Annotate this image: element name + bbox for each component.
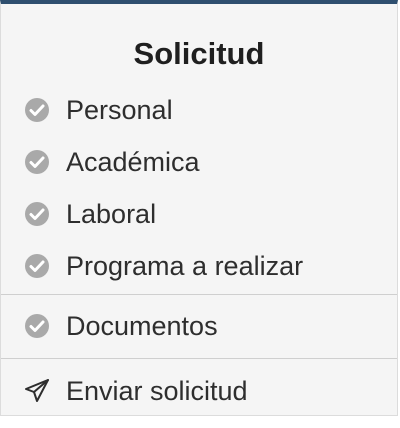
step-label: Programa a realizar <box>66 251 304 281</box>
submit-request-button[interactable]: Enviar solicitud <box>1 365 397 417</box>
step-label: Personal <box>66 95 173 125</box>
step-label: Académica <box>66 147 200 177</box>
check-circle-icon <box>24 149 50 175</box>
step-label: Documentos <box>66 311 218 341</box>
step-programa[interactable]: Programa a realizar <box>1 240 397 292</box>
step-personal[interactable]: Personal <box>1 84 397 136</box>
paper-plane-icon <box>24 378 50 404</box>
check-circle-icon <box>24 313 50 339</box>
step-label: Laboral <box>66 199 157 229</box>
check-circle-icon <box>24 97 50 123</box>
divider <box>1 358 397 359</box>
check-circle-icon <box>24 253 50 279</box>
check-circle-icon <box>24 201 50 227</box>
step-laboral[interactable]: Laboral <box>1 188 397 240</box>
step-academica[interactable]: Académica <box>1 136 397 188</box>
panel-title: Solicitud <box>133 36 265 71</box>
divider <box>1 294 397 295</box>
step-documentos[interactable]: Documentos <box>1 300 397 352</box>
solicitud-panel: Solicitud Personal Académica Laboral Pro… <box>0 0 398 416</box>
submit-label: Enviar solicitud <box>66 376 248 406</box>
